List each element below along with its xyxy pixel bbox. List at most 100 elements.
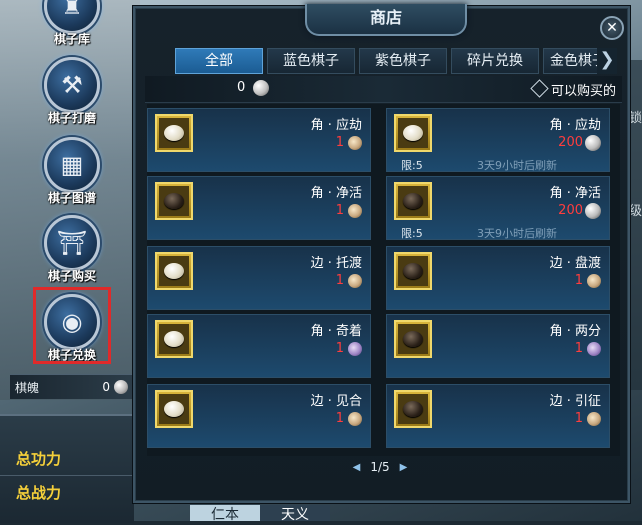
purchase-limit: 限:5 bbox=[401, 159, 423, 172]
shop-item[interactable]: 角 · 应劫 1 bbox=[147, 108, 371, 172]
bottom-tabs: 仁本 天义 bbox=[190, 505, 330, 523]
black-stone-icon bbox=[164, 193, 184, 209]
next-page-icon[interactable]: ▶ bbox=[400, 462, 408, 473]
refresh-timer: 3天9小时后刷新 bbox=[477, 227, 557, 240]
item-thumbnail bbox=[394, 390, 432, 428]
item-name: 角 · 两分 bbox=[549, 324, 601, 339]
item-thumbnail bbox=[155, 114, 193, 152]
shop-item[interactable]: 边 · 托渡 1 bbox=[147, 246, 371, 310]
item-thumbnail bbox=[394, 252, 432, 290]
sidebar-item-label: 棋子购买 bbox=[47, 269, 96, 283]
shop-item[interactable]: 角 · 净活 1 bbox=[147, 176, 371, 240]
bronze-currency-icon bbox=[348, 412, 362, 426]
tab-purple-chess[interactable]: 紫色棋子 bbox=[359, 48, 447, 74]
shop-item[interactable]: 角 · 净活 200 限:5 3天9小时后刷新 bbox=[386, 176, 610, 240]
item-grid: 角 · 应劫 1 角 · 应劫 200 限:5 3天9小时后刷新 角 · 净活 … bbox=[147, 104, 620, 456]
shop-item[interactable]: 边 · 引征 1 bbox=[386, 384, 610, 448]
soul-label: 棋魄 bbox=[15, 380, 40, 395]
close-button[interactable]: ✕ bbox=[600, 16, 624, 40]
sidebar-item-chess-buy[interactable]: ⛩ 棋子购买 bbox=[44, 215, 100, 284]
bronze-currency-icon bbox=[587, 412, 601, 426]
item-thumbnail bbox=[155, 320, 193, 358]
item-thumbnail bbox=[394, 114, 432, 152]
item-name: 角 · 应劫 bbox=[310, 118, 362, 133]
shop-stall-icon: ⛩ bbox=[44, 215, 100, 271]
item-name: 边 · 引征 bbox=[549, 394, 601, 409]
white-stone-icon bbox=[164, 125, 184, 141]
white-stone-icon bbox=[164, 263, 184, 279]
tab-fragment-exchange[interactable]: 碎片兑换 bbox=[451, 48, 539, 74]
item-thumbnail bbox=[155, 252, 193, 290]
background-right-text-2: 级 bbox=[628, 204, 642, 219]
item-name: 角 · 净活 bbox=[310, 186, 362, 201]
purple-currency-icon bbox=[587, 342, 601, 356]
black-stone-icon bbox=[403, 331, 423, 347]
pagination: ◀ 1/5 ▶ bbox=[335, 458, 425, 476]
total-merit-label: 总功力 bbox=[16, 450, 62, 468]
shop-item[interactable]: 边 · 见合 1 bbox=[147, 384, 371, 448]
white-stone-icon bbox=[164, 401, 184, 417]
black-stone-icon bbox=[403, 263, 423, 279]
item-price: 200 bbox=[558, 135, 583, 150]
shop-window: 商店 ✕ 全部 蓝色棋子 紫色棋子 碎片兑换 金色棋子 ❯ 0 可以购买的 角 … bbox=[133, 4, 630, 503]
shop-item[interactable]: 角 · 奇着 1 bbox=[147, 314, 371, 378]
grid-icon: ▦ bbox=[44, 137, 100, 193]
chess-library-icon: ♜ bbox=[44, 0, 100, 34]
silver-currency-icon bbox=[585, 135, 601, 151]
bronze-currency-icon bbox=[348, 136, 362, 150]
item-name: 边 · 盘渡 bbox=[549, 256, 601, 271]
prev-page-icon[interactable]: ◀ bbox=[353, 462, 361, 473]
filter-label: 可以购买的 bbox=[551, 84, 617, 99]
purchase-limit: 限:5 bbox=[401, 227, 423, 240]
sidebar-item-label: 棋子库 bbox=[53, 32, 90, 46]
item-price: 200 bbox=[558, 203, 583, 218]
item-price: 1 bbox=[574, 411, 583, 426]
shop-item[interactable]: 边 · 盘渡 1 bbox=[386, 246, 610, 310]
sidebar-item-label: 棋子图谱 bbox=[47, 191, 96, 205]
stone-currency-icon bbox=[114, 380, 128, 394]
soul-value: 0 bbox=[102, 380, 110, 394]
divider bbox=[0, 475, 134, 476]
item-name: 边 · 托渡 bbox=[310, 256, 362, 271]
item-name: 角 · 应劫 bbox=[549, 118, 601, 133]
bottom-tab-tianyi[interactable]: 天义 bbox=[260, 505, 330, 523]
silver-stone-icon bbox=[253, 80, 269, 96]
bronze-currency-icon bbox=[348, 204, 362, 218]
selected-item-highlight bbox=[33, 287, 111, 364]
tab-all[interactable]: 全部 bbox=[175, 48, 263, 74]
item-price: 1 bbox=[574, 273, 583, 288]
item-name: 角 · 奇着 bbox=[310, 324, 362, 339]
sidebar-item-chess-atlas[interactable]: ▦ 棋子图谱 bbox=[44, 137, 100, 206]
item-thumbnail bbox=[394, 182, 432, 220]
sidebar-item-chess-polish[interactable]: ⚒ 棋子打磨 bbox=[44, 57, 100, 126]
item-price: 1 bbox=[335, 203, 344, 218]
silver-currency-icon bbox=[585, 203, 601, 219]
item-price: 1 bbox=[335, 135, 344, 150]
sidebar-item-chess-library[interactable]: ♜ 棋子库 bbox=[44, 0, 100, 47]
item-price: 1 bbox=[335, 341, 344, 356]
item-thumbnail bbox=[155, 390, 193, 428]
close-icon: ✕ bbox=[606, 20, 618, 36]
white-stone-icon bbox=[403, 125, 423, 141]
white-stone-icon bbox=[164, 331, 184, 347]
page-indicator: 1/5 bbox=[370, 460, 390, 474]
shop-title: 商店 bbox=[305, 4, 467, 36]
black-stone-icon bbox=[403, 193, 423, 209]
purple-currency-icon bbox=[348, 342, 362, 356]
shop-item[interactable]: 角 · 两分 1 bbox=[386, 314, 610, 378]
bottom-tab-renben[interactable]: 仁本 bbox=[190, 505, 260, 523]
soul-currency-row: 棋魄 0 bbox=[10, 374, 134, 399]
item-thumbnail bbox=[155, 182, 193, 220]
tab-blue-chess[interactable]: 蓝色棋子 bbox=[267, 48, 355, 74]
refresh-timer: 3天9小时后刷新 bbox=[477, 159, 557, 172]
sidebar-item-label: 棋子打磨 bbox=[47, 111, 96, 125]
black-stone-icon bbox=[403, 401, 423, 417]
item-price: 1 bbox=[335, 273, 344, 288]
item-name: 角 · 净活 bbox=[549, 186, 601, 201]
tab-scroll-right-icon[interactable]: ❯ bbox=[597, 48, 617, 74]
shop-item[interactable]: 角 · 应劫 200 限:5 3天9小时后刷新 bbox=[386, 108, 610, 172]
item-thumbnail bbox=[394, 320, 432, 358]
category-tabs: 全部 蓝色棋子 紫色棋子 碎片兑换 金色棋子 bbox=[175, 48, 617, 74]
filter-checkbox[interactable] bbox=[530, 79, 549, 98]
bronze-currency-icon bbox=[348, 274, 362, 288]
